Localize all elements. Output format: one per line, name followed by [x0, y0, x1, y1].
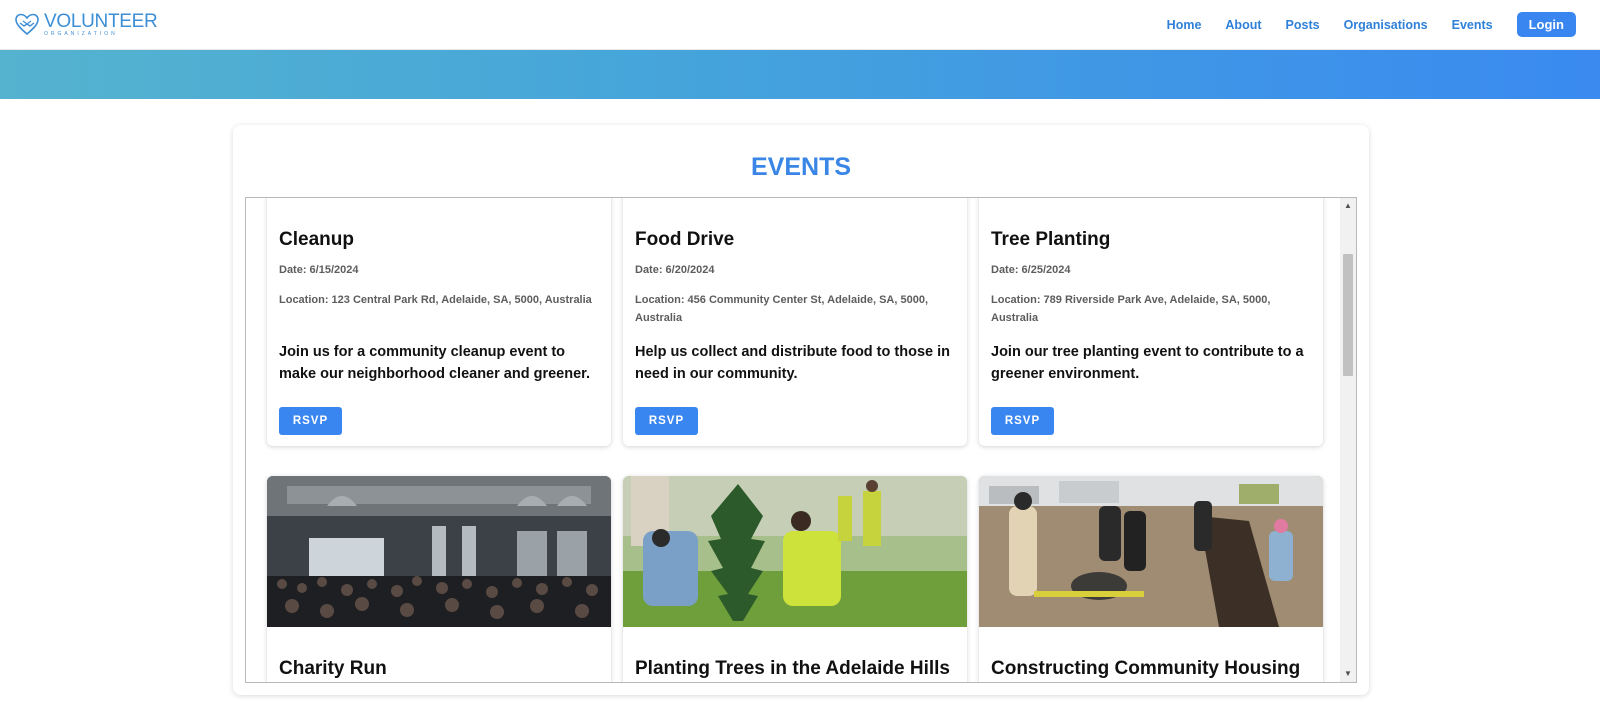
event-description: Help us collect and distribute food to t… — [635, 344, 950, 382]
event-card: Cleanup Date: 6/15/2024 Location: 123 Ce… — [267, 198, 611, 446]
login-button[interactable]: Login — [1516, 12, 1576, 37]
event-location: Location: 789 Riverside Park Ave, Adelai… — [991, 294, 1271, 324]
brand-subtitle: ORGANIZATION — [44, 30, 118, 37]
scroll-up-arrow-icon[interactable]: ▲ — [1340, 198, 1356, 214]
event-location: Location: 123 Central Park Rd, Adelaide,… — [279, 294, 592, 306]
event-title: Planting Trees in the Adelaide Hills — [635, 658, 950, 679]
heart-hands-icon — [15, 13, 39, 36]
event-title: Cleanup — [279, 229, 354, 250]
event-title: Charity Run — [279, 658, 387, 679]
event-date: Date: 6/25/2024 — [991, 264, 1071, 276]
hero-banner — [0, 50, 1600, 99]
rsvp-button[interactable]: RSVP — [991, 407, 1054, 435]
scroll-down-arrow-icon[interactable]: ▼ — [1340, 666, 1356, 682]
events-panel: EVENTS Cleanup Date: 6/15/2024 Location:… — [233, 125, 1369, 695]
event-card: Charity Run — [267, 476, 611, 682]
navbar: VOLUNTEER ORGANIZATION Home About Posts … — [0, 0, 1600, 50]
nav-events[interactable]: Events — [1452, 18, 1493, 32]
scrollbar-thumb[interactable] — [1343, 254, 1353, 376]
event-location: Location: 456 Community Center St, Adela… — [635, 294, 928, 324]
event-card: Tree Planting Date: 6/25/2024 Location: … — [979, 198, 1323, 446]
events-title: EVENTS — [750, 153, 852, 181]
tree-planting-photo — [623, 476, 967, 627]
event-description: Join us for a community cleanup event to… — [279, 344, 591, 382]
construction-volunteers-photo — [979, 476, 1323, 627]
event-photo[interactable] — [979, 476, 1323, 627]
brand-logo[interactable]: VOLUNTEER ORGANIZATION — [14, 10, 158, 37]
nav-menu: Home About Posts Organisations Events Lo… — [1143, 12, 1576, 37]
event-card: Food Drive Date: 6/20/2024 Location: 456… — [623, 198, 967, 446]
event-date: Date: 6/15/2024 — [279, 264, 359, 276]
event-card: Planting Trees in the Adelaide Hills — [623, 476, 967, 682]
event-title: Tree Planting — [991, 229, 1111, 250]
rsvp-button[interactable]: RSVP — [635, 407, 698, 435]
nav-organisations[interactable]: Organisations — [1344, 18, 1428, 32]
nav-home[interactable]: Home — [1167, 18, 1202, 32]
event-card: Constructing Community Housing — [979, 476, 1323, 682]
event-title: Food Drive — [635, 229, 735, 250]
event-description: Join our tree planting event to contribu… — [991, 344, 1304, 382]
scrollbar[interactable]: ▲ ▼ — [1340, 198, 1356, 682]
event-photo[interactable] — [267, 476, 611, 627]
rsvp-button[interactable]: RSVP — [279, 407, 342, 435]
crowded-hall-photo — [267, 476, 611, 627]
event-photo[interactable] — [623, 476, 967, 627]
event-date: Date: 6/20/2024 — [635, 264, 715, 276]
event-title: Constructing Community Housing — [991, 658, 1301, 679]
events-scroll-area[interactable]: Cleanup Date: 6/15/2024 Location: 123 Ce… — [245, 197, 1357, 683]
nav-posts[interactable]: Posts — [1286, 18, 1320, 32]
brand-title: VOLUNTEER — [44, 10, 158, 32]
nav-about[interactable]: About — [1225, 18, 1261, 32]
